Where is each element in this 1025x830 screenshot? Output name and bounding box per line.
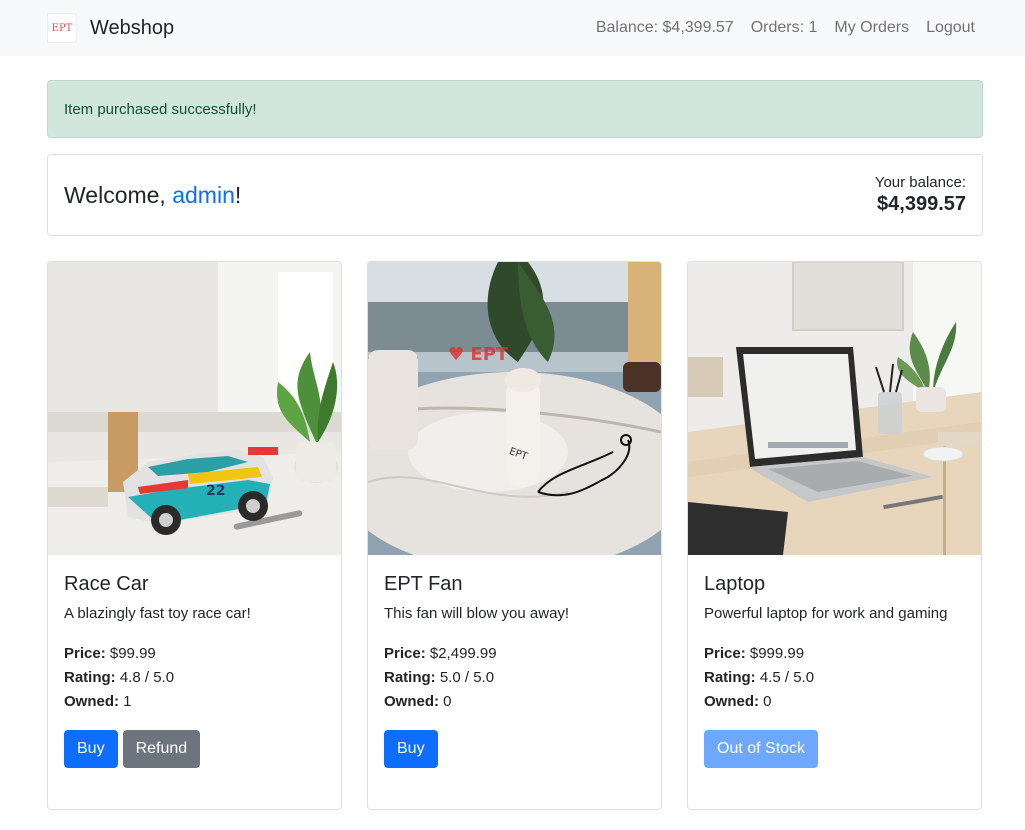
product-rating: Rating: 4.5 / 5.0 xyxy=(704,666,965,690)
welcome-card: Welcome, admin! Your balance: $4,399.57 xyxy=(47,154,983,236)
product-rating: Rating: 4.8 / 5.0 xyxy=(64,666,325,690)
product-owned: Owned: 0 xyxy=(704,690,965,714)
price-value: $999.99 xyxy=(749,645,805,662)
card-body: Laptop Powerful laptop for work and gami… xyxy=(688,555,981,784)
product-rating: Rating: 5.0 / 5.0 xyxy=(384,666,645,690)
main-container: Item purchased successfully! Welcome, ad… xyxy=(0,80,1025,810)
nav-balance[interactable]: Balance: $4,399.57 xyxy=(596,19,734,37)
welcome-prefix: Welcome, xyxy=(64,181,173,208)
balance-value: $4,399.57 xyxy=(877,193,966,215)
price-value: $2,499.99 xyxy=(429,645,497,662)
product-card-ept-fan: ♥ EPT EPT EPT Fan This fan will blow you… xyxy=(367,261,662,810)
product-price: Price: $99.99 xyxy=(64,642,325,666)
ept-fan-image: ♥ EPT EPT xyxy=(368,262,661,555)
rating-value: 4.8 / 5.0 xyxy=(119,669,175,686)
card-actions: Buy Refund xyxy=(64,730,325,768)
card-actions: Buy xyxy=(384,730,645,768)
price-label: Price: xyxy=(704,645,746,662)
product-description: A blazingly fast toy race car! xyxy=(64,605,251,622)
card-body: Race Car A blazingly fast toy race car! … xyxy=(48,555,341,784)
product-price: Price: $999.99 xyxy=(704,642,965,666)
product-card-race-car: 22 Race Car A blazingly fast toy race ca… xyxy=(47,261,342,810)
success-alert: Item purchased successfully! xyxy=(47,80,983,138)
owned-label: Owned: xyxy=(384,693,439,710)
card-actions: Out of Stock xyxy=(704,730,965,768)
out-of-stock-button: Out of Stock xyxy=(704,730,819,768)
nav-orders-count[interactable]: Orders: 1 xyxy=(751,19,818,37)
rating-value: 4.5 / 5.0 xyxy=(759,669,815,686)
price-label: Price: xyxy=(64,645,106,662)
product-grid: 22 Race Car A blazingly fast toy race ca… xyxy=(47,261,983,810)
card-body: EPT Fan This fan will blow you away! Pri… xyxy=(368,555,661,784)
price-value: $99.99 xyxy=(109,645,156,662)
product-card-laptop: Laptop Powerful laptop for work and gami… xyxy=(687,261,982,810)
rating-label: Rating: xyxy=(64,669,116,686)
owned-label: Owned: xyxy=(64,693,119,710)
product-name: Race Car xyxy=(64,573,149,595)
brand-link[interactable]: EPT Webshop xyxy=(47,13,174,43)
product-owned: Owned: 1 xyxy=(64,690,325,714)
rating-value: 5.0 / 5.0 xyxy=(439,669,495,686)
fan-led-text: ♥ EPT xyxy=(448,344,509,365)
product-description: This fan will blow you away! xyxy=(384,605,570,622)
rating-label: Rating: xyxy=(704,669,756,686)
race-car-number: 22 xyxy=(206,483,225,499)
owned-value: 0 xyxy=(763,693,772,710)
race-car-image: 22 xyxy=(48,262,341,555)
owned-value: 0 xyxy=(443,693,452,710)
product-price: Price: $2,499.99 xyxy=(384,642,645,666)
nav-links: Balance: $4,399.57 Orders: 1 My Orders L… xyxy=(596,19,975,37)
buy-button[interactable]: Buy xyxy=(384,730,438,768)
owned-label: Owned: xyxy=(704,693,759,710)
welcome-title: Welcome, admin! xyxy=(64,182,241,209)
product-owned: Owned: 0 xyxy=(384,690,645,714)
balance-label: Your balance: xyxy=(874,174,966,191)
balance-box: Your balance: $4,399.57 xyxy=(875,174,966,216)
product-description: Powerful laptop for work and gaming xyxy=(704,605,948,622)
rating-label: Rating: xyxy=(384,669,436,686)
owned-value: 1 xyxy=(123,693,132,710)
nav-my-orders[interactable]: My Orders xyxy=(834,19,909,37)
brand-logo: EPT xyxy=(47,13,77,43)
welcome-suffix: ! xyxy=(234,181,242,208)
navbar: EPT Webshop Balance: $4,399.57 Orders: 1… xyxy=(0,0,1025,56)
product-name: Laptop xyxy=(704,573,766,595)
brand-name: Webshop xyxy=(90,16,175,39)
nav-logout[interactable]: Logout xyxy=(926,19,975,37)
welcome-username: admin xyxy=(172,181,235,208)
price-label: Price: xyxy=(384,645,426,662)
refund-button[interactable]: Refund xyxy=(122,730,201,768)
buy-button[interactable]: Buy xyxy=(64,730,118,768)
alert-message: Item purchased successfully! xyxy=(64,100,257,118)
laptop-image xyxy=(688,262,981,555)
product-name: EPT Fan xyxy=(384,573,463,595)
